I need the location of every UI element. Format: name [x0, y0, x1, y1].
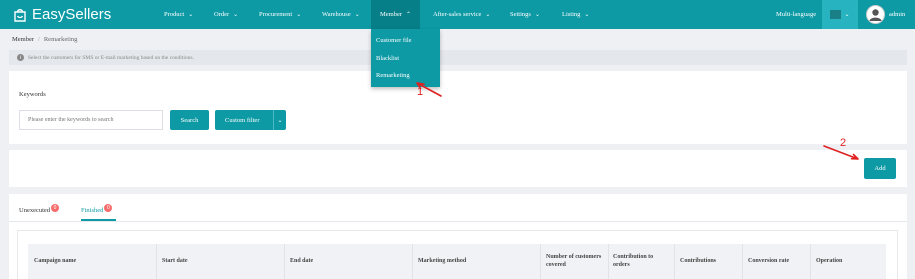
shopping-bag-icon: [14, 8, 26, 22]
column-divider: [540, 244, 541, 279]
multi-language-label[interactable]: Multi-language: [776, 0, 816, 29]
info-bar: i Select the customers for SMS or E-mail…: [9, 50, 907, 65]
search-button[interactable]: Search: [170, 110, 209, 130]
column-header-contribution-to-orders[interactable]: Contribution to orders: [613, 244, 671, 279]
column-divider: [412, 244, 413, 279]
top-navigation-bar: EasySellers Product ⌄ Order ⌄ Procurement ⌄…: [0, 0, 915, 29]
column-divider: [284, 244, 285, 279]
nav-item-label: Member: [380, 11, 403, 18]
nav-item-label: Product: [164, 11, 185, 18]
active-tab-indicator: [81, 219, 116, 221]
menu-item-remarketing[interactable]: Remarketing: [376, 68, 410, 82]
menu-item-blacklist[interactable]: Blacklist: [376, 51, 399, 65]
user-avatar-icon: [869, 9, 882, 21]
filter-panel: Keywords Search Custom filter ⌄: [9, 71, 907, 144]
chevron-down-icon: ⌄: [296, 12, 302, 18]
nav-item-product[interactable]: Product ⌄: [164, 0, 193, 29]
chevron-up-icon: ⌃: [406, 12, 412, 18]
annotation-number-1: 1: [417, 86, 424, 98]
column-header-start-date[interactable]: Start date: [162, 244, 262, 279]
tab-finished[interactable]: Finished 0: [81, 204, 113, 215]
breadcrumb-current: Remarketing: [43, 36, 78, 43]
chevron-down-icon: ⌄: [584, 12, 590, 18]
column-header-campaign-name[interactable]: Campaign name: [34, 244, 134, 279]
chevron-down-icon: ⌄: [233, 12, 239, 18]
nav-item-settings[interactable]: Settings ⌄: [510, 0, 540, 29]
nav-item-after-sales-service[interactable]: After-sales service ⌄: [433, 0, 490, 29]
nav-item-listing[interactable]: Listing ⌄: [562, 0, 589, 29]
nav-item-label: Settings: [510, 11, 531, 18]
breadcrumb-member[interactable]: Member: [12, 36, 34, 43]
nav-item-label: Order: [214, 11, 230, 18]
nav-item-label: Listing: [562, 11, 581, 18]
column-header-marketing-method[interactable]: Marketing method: [418, 244, 518, 279]
info-icon: i: [17, 54, 24, 61]
tab-label: Unexecuted: [19, 207, 51, 214]
nav-item-label: Procurement: [259, 11, 293, 18]
tab-label: Finished: [81, 207, 104, 214]
custom-filter-label: Custom filter: [225, 116, 260, 124]
tab-unexecuted[interactable]: Unexecuted 0: [19, 204, 60, 215]
info-text: Select the customers for SMS or E-mail m…: [28, 54, 194, 61]
column-header-operation[interactable]: Operation: [816, 244, 876, 279]
app-logo-text: EasySellers: [32, 6, 112, 23]
breadcrumb-separator: /: [38, 36, 40, 43]
tab-count-badge: 0: [104, 204, 113, 212]
keywords-label: Keywords: [19, 91, 46, 98]
menu-item-customer-file[interactable]: Customer file: [376, 33, 412, 47]
annotation-number-2: 2: [840, 137, 847, 149]
column-header-conversion-rate[interactable]: Conversion rate: [748, 244, 808, 279]
flag-icon: [830, 10, 842, 19]
custom-filter-dropdown-toggle[interactable]: ⌄: [273, 110, 286, 130]
column-divider: [156, 244, 157, 279]
nav-item-label: Warehouse: [322, 11, 351, 18]
app-logo[interactable]: EasySellers: [13, 6, 111, 23]
avatar[interactable]: [866, 5, 885, 24]
chevron-down-icon: ⌄: [277, 117, 283, 124]
column-header-contributions[interactable]: Contributions: [680, 244, 740, 279]
column-header-customers-covered[interactable]: Number of customers covered: [546, 244, 608, 279]
breadcrumb: Member / Remarketing: [12, 36, 77, 43]
chevron-down-icon: ⌄: [485, 12, 491, 18]
action-panel: Add: [9, 150, 907, 187]
language-selector[interactable]: ⌄: [822, 0, 858, 29]
chevron-down-icon: ⌄: [188, 12, 194, 18]
column-divider: [742, 244, 743, 279]
add-button[interactable]: Add: [864, 158, 896, 179]
keywords-input[interactable]: [19, 110, 163, 130]
user-name[interactable]: admin: [889, 0, 905, 29]
chevron-down-icon: ⌄: [844, 12, 850, 18]
column-divider: [810, 244, 811, 279]
tab-divider: [9, 221, 907, 222]
nav-item-order[interactable]: Order ⌄: [214, 0, 238, 29]
column-divider: [608, 244, 609, 279]
column-divider: [674, 244, 675, 279]
nav-item-warehouse[interactable]: Warehouse ⌄: [322, 0, 360, 29]
member-dropdown-menu: Customer file Blacklist Remarketing: [371, 29, 440, 87]
nav-item-member[interactable]: Member ⌃: [371, 0, 421, 29]
nav-item-label: After-sales service: [433, 11, 482, 18]
tab-count-badge: 0: [51, 204, 60, 212]
column-header-end-date[interactable]: End date: [290, 244, 390, 279]
chevron-down-icon: ⌄: [354, 12, 360, 18]
chevron-down-icon: ⌄: [534, 12, 540, 18]
nav-item-procurement[interactable]: Procurement ⌄: [259, 0, 301, 29]
